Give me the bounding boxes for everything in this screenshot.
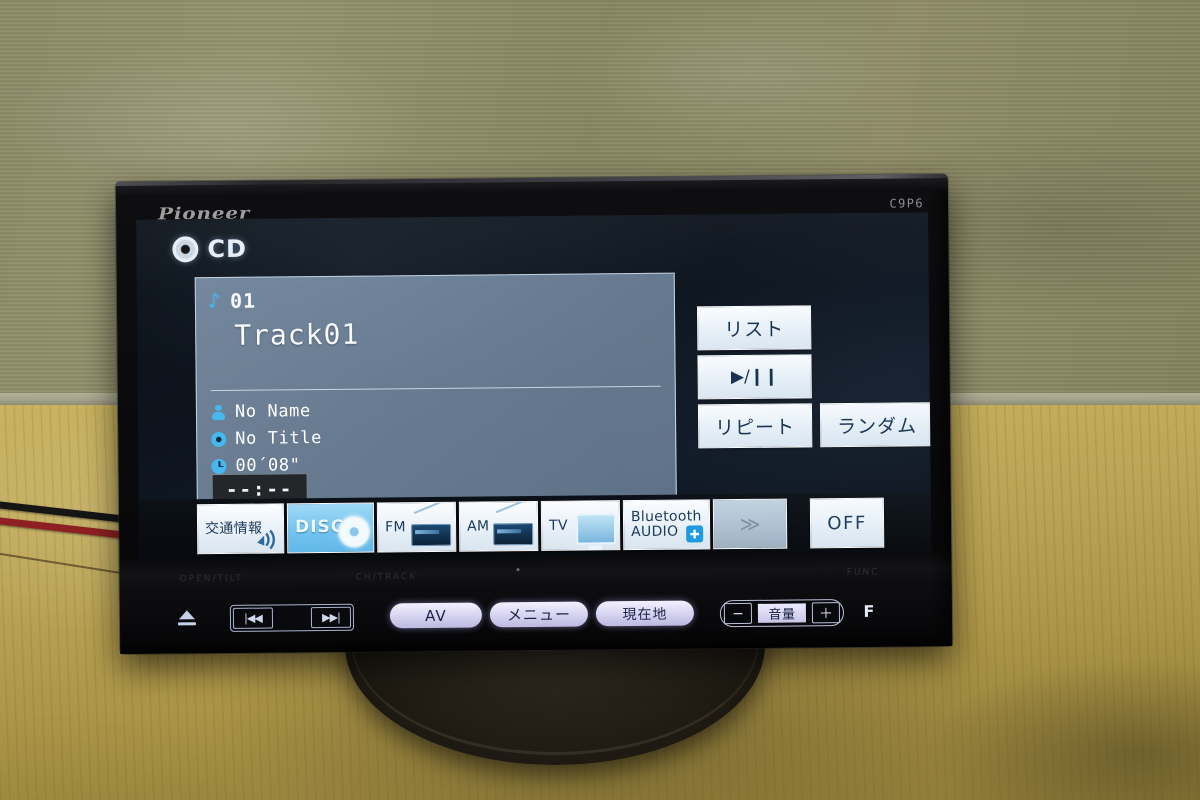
status-led bbox=[516, 568, 520, 572]
source-more-button[interactable]: ≫ bbox=[712, 498, 788, 550]
current-location-button[interactable]: 現在地 bbox=[595, 600, 695, 627]
source-fm-label: FM bbox=[385, 518, 406, 536]
open-tilt-label: OPEN/TILT bbox=[179, 573, 244, 585]
model-tag: C9P6 bbox=[889, 196, 925, 211]
random-button[interactable]: ランダム bbox=[819, 402, 932, 448]
bt-line-2: AUDIO bbox=[631, 523, 679, 541]
volume-rocker: − 音量 ＋ bbox=[719, 599, 845, 628]
car-head-unit: Pioneer C9P6 CD ♪ 01 Track01 No Name No … bbox=[115, 174, 953, 654]
disc-icon bbox=[211, 431, 227, 447]
now-playing-panel: ♪ 01 Track01 No Name No Title 00´08" --:… bbox=[194, 272, 677, 517]
bluetooth-icon: ✚ bbox=[686, 525, 704, 543]
person-icon bbox=[211, 404, 226, 419]
source-disc[interactable]: DISC bbox=[286, 502, 375, 554]
func-label: FUNC bbox=[846, 567, 880, 579]
volume-label: 音量 bbox=[757, 603, 807, 623]
hard-key-bar: |◀◀ ▶▶| AV メニュー 現在地 − 音量 ＋ F bbox=[119, 585, 953, 654]
elapsed-row: 00´08" bbox=[211, 452, 661, 476]
source-traffic[interactable]: 交通情報 bbox=[196, 503, 285, 555]
source-bluetooth-audio[interactable]: Bluetooth AUDIO ✚ bbox=[622, 499, 711, 551]
tv-icon bbox=[575, 513, 617, 545]
av-button[interactable]: AV bbox=[389, 602, 483, 629]
source-tv-label: TV bbox=[548, 517, 568, 534]
source-off-button[interactable]: OFF bbox=[809, 497, 885, 549]
previous-track-button[interactable]: |◀◀ bbox=[232, 607, 274, 629]
source-am[interactable]: AM bbox=[458, 500, 539, 552]
wave-icon bbox=[257, 529, 275, 550]
album-title: No Title bbox=[235, 428, 323, 449]
album-row: No Title bbox=[211, 425, 661, 449]
track-number-row: ♪ 01 bbox=[196, 274, 674, 314]
artist-name: No Name bbox=[234, 401, 311, 422]
radio-icon bbox=[411, 523, 452, 547]
volume-up-button[interactable]: ＋ bbox=[811, 602, 841, 624]
source-bar: 交通情報 DISC FM AM TV Bluetooth AUDIO ✚ ≫ O… bbox=[138, 491, 932, 560]
radio-icon bbox=[493, 523, 534, 546]
track-metadata: No Name No Title 00´08" bbox=[211, 398, 662, 483]
play-pause-button[interactable]: ▶/❙❙ bbox=[697, 354, 812, 400]
source-header: CD bbox=[172, 235, 247, 264]
function-button[interactable]: F bbox=[858, 600, 880, 622]
menu-button[interactable]: メニュー bbox=[489, 601, 589, 628]
source-disc-label: DISC bbox=[294, 516, 345, 538]
cd-disc-icon bbox=[172, 236, 199, 263]
lcd-screen[interactable]: CD ♪ 01 Track01 No Name No Title 00´08" … bbox=[136, 212, 932, 560]
disc-icon bbox=[337, 515, 371, 548]
repeat-button[interactable]: リピート bbox=[697, 403, 813, 449]
music-note-icon: ♪ bbox=[207, 289, 221, 312]
ch-track-label: CH/TRACK bbox=[355, 572, 418, 583]
source-fm[interactable]: FM bbox=[376, 501, 457, 553]
artist-row: No Name bbox=[211, 398, 661, 422]
next-track-button[interactable]: ▶▶| bbox=[310, 606, 352, 629]
clock-icon bbox=[211, 458, 227, 474]
track-title: Track01 bbox=[234, 317, 360, 352]
panel-divider bbox=[210, 385, 661, 392]
eject-icon[interactable] bbox=[177, 610, 197, 626]
source-label: CD bbox=[207, 234, 248, 264]
source-am-label: AM bbox=[466, 518, 490, 535]
track-seek-rocker: |◀◀ ▶▶| bbox=[229, 603, 355, 632]
track-number: 01 bbox=[229, 288, 257, 313]
volume-down-button[interactable]: − bbox=[723, 602, 753, 625]
list-button[interactable]: リスト bbox=[696, 305, 812, 351]
source-tv[interactable]: TV bbox=[540, 500, 621, 551]
